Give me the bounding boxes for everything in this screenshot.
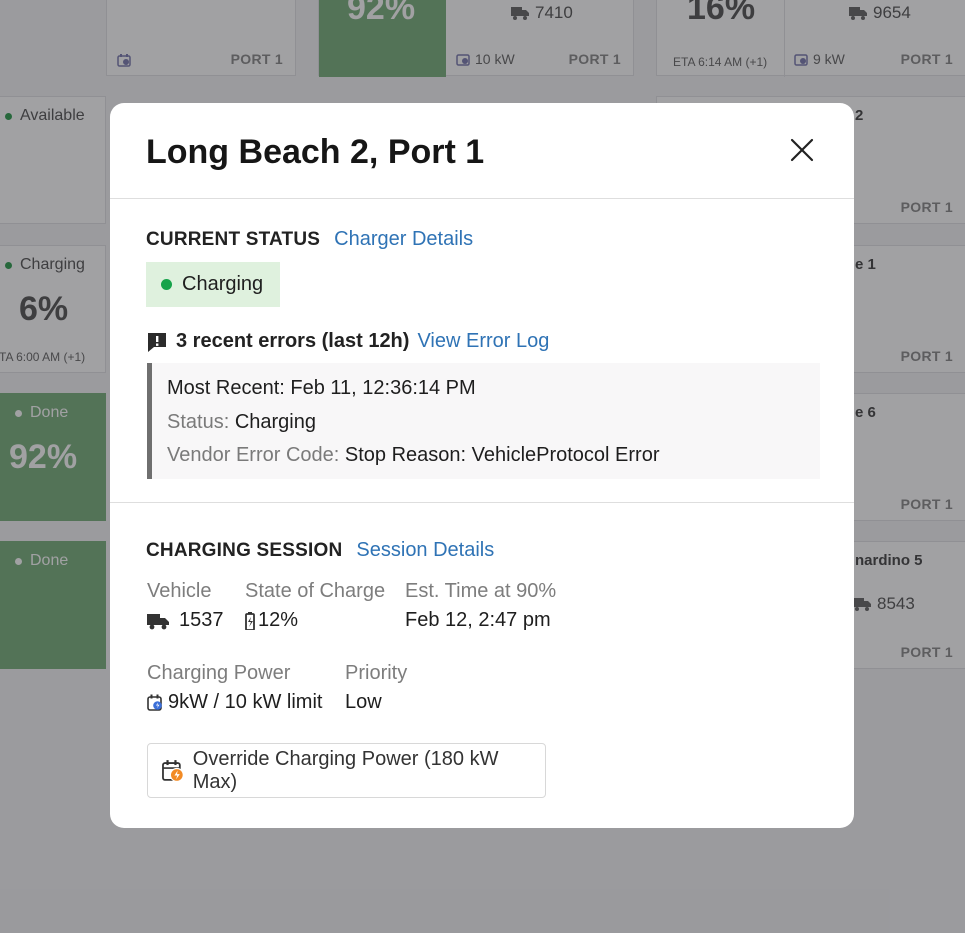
charging-power-value: 9kW / 10 kW limit — [147, 691, 322, 714]
est-time-value: Feb 12, 2:47 pm — [405, 609, 551, 631]
state-of-charge-field: State of Charge 12% — [245, 580, 385, 632]
vendor-error-row: Vendor Error Code: Stop Reason: VehicleP… — [167, 439, 820, 473]
state-of-charge-value: 12% — [245, 609, 385, 632]
vehicle-field: Vehicle 1537 — [147, 580, 224, 632]
error-status-key: Status: — [167, 410, 230, 433]
modal-title: Long Beach 2, Port 1 — [146, 133, 485, 171]
charger-port-modal: Long Beach 2, Port 1 CURRENT STATUS Char… — [110, 103, 854, 828]
priority-label: Priority — [345, 662, 408, 684]
current-status-label: CURRENT STATUS — [146, 229, 321, 250]
est-time-field: Est. Time at 90% Feb 12, 2:47 pm — [405, 580, 556, 632]
vendor-error-value: Stop Reason: VehicleProtocol Error — [344, 444, 660, 466]
error-status-value: Charging — [234, 410, 316, 433]
priority-value: Low — [345, 691, 382, 713]
session-details-link[interactable]: Session Details — [356, 539, 494, 562]
error-status-row: Status: Charging — [167, 406, 820, 440]
status-dot — [161, 279, 172, 290]
most-recent-error: Most Recent: Feb 11, 12:36:14 PM — [167, 377, 476, 399]
state-of-charge-label: State of Charge — [245, 580, 386, 602]
current-status-section: CURRENT STATUS Charger Details Charging … — [110, 199, 854, 503]
status-chip: Charging — [146, 262, 280, 307]
current-status-header: CURRENT STATUS Charger Details — [146, 228, 473, 251]
close-icon — [790, 138, 814, 162]
error-alert-icon — [148, 332, 166, 352]
recent-errors-count: 3 recent errors (last 12h) — [176, 330, 410, 352]
charging-session-header: CHARGING SESSION Session Details — [146, 539, 494, 562]
override-button-label: Override Charging Power (180 kW Max) — [192, 747, 499, 793]
modal-header: Long Beach 2, Port 1 — [110, 103, 854, 199]
battery-icon — [245, 611, 255, 630]
priority-field: Priority Low — [345, 662, 407, 714]
vehicle-label: Vehicle — [147, 580, 212, 602]
error-details-box: Most Recent: Feb 11, 12:36:14 PM Status:… — [147, 363, 820, 479]
charging-session-section: CHARGING SESSION Session Details Vehicle… — [110, 503, 854, 828]
truck-icon — [147, 613, 169, 629]
close-button[interactable] — [788, 136, 816, 164]
recent-errors-line: 3 recent errors (last 12h) View Error Lo… — [146, 330, 549, 353]
vehicle-value: 1537 — [147, 609, 224, 632]
charging-session-label: CHARGING SESSION — [146, 540, 343, 561]
view-error-log-link[interactable]: View Error Log — [417, 330, 549, 353]
charging-power-label: Charging Power — [147, 662, 291, 684]
charger-details-link[interactable]: Charger Details — [334, 228, 473, 251]
est-time-label: Est. Time at 90% — [405, 580, 557, 602]
vendor-error-key: Vendor Error Code: — [167, 444, 340, 466]
override-charging-power-button[interactable]: Override Charging Power (180 kW Max) — [147, 743, 546, 798]
status-chip-label: Charging — [182, 273, 264, 295]
charger-power-icon — [147, 694, 162, 711]
charging-power-field: Charging Power 9kW / 10 kW limit — [147, 662, 322, 714]
calendar-bolt-icon — [162, 759, 184, 782]
